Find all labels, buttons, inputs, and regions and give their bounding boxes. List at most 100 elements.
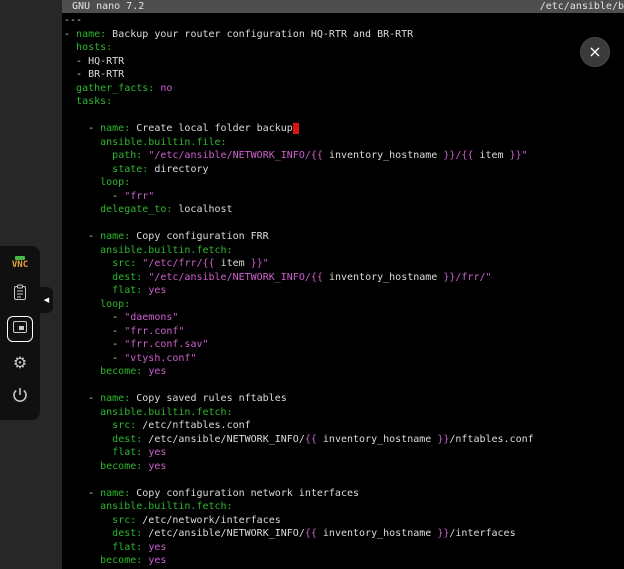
code-segment: directory xyxy=(148,164,208,175)
code-segment: hosts: xyxy=(76,42,112,53)
code-segment: {{ xyxy=(305,528,317,539)
code-segment: - xyxy=(64,339,124,350)
code-segment: inventory_hostname xyxy=(317,434,437,445)
editor-line[interactable]: gather_facts: no xyxy=(64,83,624,97)
code-segment xyxy=(64,177,100,188)
editor-line[interactable]: - "vtysh.conf" xyxy=(64,353,624,367)
code-segment: - HQ-RTR xyxy=(64,56,124,67)
code-segment: inventory_hostname xyxy=(317,528,437,539)
code-segment: /interfaces xyxy=(449,528,515,539)
code-segment xyxy=(64,42,76,53)
editor-line[interactable]: ansible.builtin.fetch: xyxy=(64,407,624,421)
code-segment: }}/{{ xyxy=(443,150,473,161)
code-segment: }}" xyxy=(251,258,269,269)
code-segment xyxy=(64,164,112,175)
power-button[interactable] xyxy=(7,384,33,410)
editor-line[interactable]: dest: /etc/ansible/NETWORK_INFO/{{ inven… xyxy=(64,434,624,448)
editor-content[interactable]: ---- name: Backup your router configurat… xyxy=(62,13,624,569)
code-segment: yes xyxy=(148,366,166,377)
code-segment: }} xyxy=(437,528,449,539)
close-icon: × xyxy=(588,44,601,60)
editor-line[interactable]: - "frr.conf.sav" xyxy=(64,339,624,353)
editor-line[interactable]: become: yes xyxy=(64,555,624,569)
code-segment: dest: xyxy=(112,434,142,445)
code-segment: "daemons" xyxy=(124,312,178,323)
editor-line[interactable]: - "frr" xyxy=(64,191,624,205)
editor-line[interactable]: ansible.builtin.fetch: xyxy=(64,245,624,259)
code-segment: /etc/nftables.conf xyxy=(136,420,250,431)
code-segment: inventory_hostname xyxy=(323,272,443,283)
code-segment xyxy=(64,137,100,148)
editor-line[interactable]: become: yes xyxy=(64,366,624,380)
editor-line[interactable]: ansible.builtin.file: xyxy=(64,137,624,151)
editor-line[interactable]: - name: Copy saved rules nftables xyxy=(64,393,624,407)
code-segment: }}/frr/" xyxy=(443,272,491,283)
editor-line[interactable]: ansible.builtin.fetch: xyxy=(64,501,624,515)
editor-line[interactable]: - name: Create local folder backup xyxy=(64,123,624,137)
code-segment: - xyxy=(64,353,124,364)
editor-line[interactable]: dest: /etc/ansible/NETWORK_INFO/{{ inven… xyxy=(64,528,624,542)
code-segment: flat: xyxy=(112,447,142,458)
editor-line[interactable]: src: /etc/nftables.conf xyxy=(64,420,624,434)
code-segment: ansible.builtin.fetch: xyxy=(100,501,232,512)
code-segment: dest: xyxy=(112,528,142,539)
code-segment xyxy=(64,366,100,377)
editor-line[interactable]: delegate_to: localhost xyxy=(64,204,624,218)
fullscreen-button[interactable] xyxy=(7,316,33,342)
editor-line[interactable] xyxy=(64,474,624,488)
code-segment: localhost xyxy=(172,204,232,215)
editor-line[interactable]: loop: xyxy=(64,299,624,313)
code-segment: /nftables.conf xyxy=(449,434,533,445)
code-segment: - xyxy=(64,29,76,40)
terminal-window[interactable]: GNU nano 7.2 /etc/ansible/b ---- name: B… xyxy=(62,0,624,569)
code-segment: inventory_hostname xyxy=(323,150,443,161)
clipboard-button[interactable] xyxy=(7,282,33,308)
editor-line[interactable] xyxy=(64,218,624,232)
fullscreen-icon xyxy=(11,318,29,340)
code-segment: "vtysh.conf" xyxy=(124,353,196,364)
settings-button[interactable]: ⚙ xyxy=(7,350,33,376)
gear-icon: ⚙ xyxy=(13,355,27,371)
editor-line[interactable]: hosts: xyxy=(64,42,624,56)
editor-line[interactable]: - "daemons" xyxy=(64,312,624,326)
editor-line[interactable]: path: "/etc/ansible/NETWORK_INFO/{{ inve… xyxy=(64,150,624,164)
code-segment: name: xyxy=(100,488,130,499)
editor-line[interactable]: - BR-RTR xyxy=(64,69,624,83)
editor-line[interactable]: flat: yes xyxy=(64,447,624,461)
editor-line[interactable]: --- xyxy=(64,15,624,29)
editor-line[interactable]: src: "/etc/frr/{{ item }}" xyxy=(64,258,624,272)
editor-line[interactable]: - name: Copy configuration network inter… xyxy=(64,488,624,502)
editor-line[interactable]: flat: yes xyxy=(64,542,624,556)
control-bar-handle[interactable]: ◀ xyxy=(40,287,53,313)
editor-line[interactable]: - name: Backup your router configuration… xyxy=(64,29,624,43)
vnc-logo-text: VNC xyxy=(12,261,28,270)
code-segment: Create local folder backup xyxy=(130,123,293,134)
code-segment: ansible.builtin.fetch: xyxy=(100,245,232,256)
vnc-control-bar: VNC ⚙ xyxy=(0,246,40,420)
editor-line[interactable]: src: /etc/network/interfaces xyxy=(64,515,624,529)
editor-line[interactable]: become: yes xyxy=(64,461,624,475)
editor-line[interactable] xyxy=(64,380,624,394)
editor-line[interactable]: tasks: xyxy=(64,96,624,110)
code-segment: /etc/ansible/NETWORK_INFO/ xyxy=(142,528,305,539)
editor-line[interactable]: flat: yes xyxy=(64,285,624,299)
editor-line[interactable]: state: directory xyxy=(64,164,624,178)
editor-line[interactable]: - name: Copy configuration FRR xyxy=(64,231,624,245)
text-cursor xyxy=(293,123,299,134)
code-segment: become: xyxy=(100,555,142,566)
code-segment: item xyxy=(473,150,509,161)
editor-line[interactable]: - HQ-RTR xyxy=(64,56,624,70)
close-button[interactable]: × xyxy=(580,37,610,67)
editor-line[interactable]: loop: xyxy=(64,177,624,191)
code-segment: - xyxy=(64,326,124,337)
code-segment: flat: xyxy=(112,285,142,296)
editor-line[interactable] xyxy=(64,110,624,124)
code-segment: tasks: xyxy=(76,96,112,107)
code-segment: - xyxy=(64,393,100,404)
editor-line[interactable]: - "frr.conf" xyxy=(64,326,624,340)
editor-line[interactable]: dest: "/etc/ansible/NETWORK_INFO/{{ inve… xyxy=(64,272,624,286)
code-segment: gather_facts: xyxy=(76,83,154,94)
code-segment xyxy=(64,528,112,539)
code-segment: no xyxy=(160,83,172,94)
code-segment: yes xyxy=(148,285,166,296)
